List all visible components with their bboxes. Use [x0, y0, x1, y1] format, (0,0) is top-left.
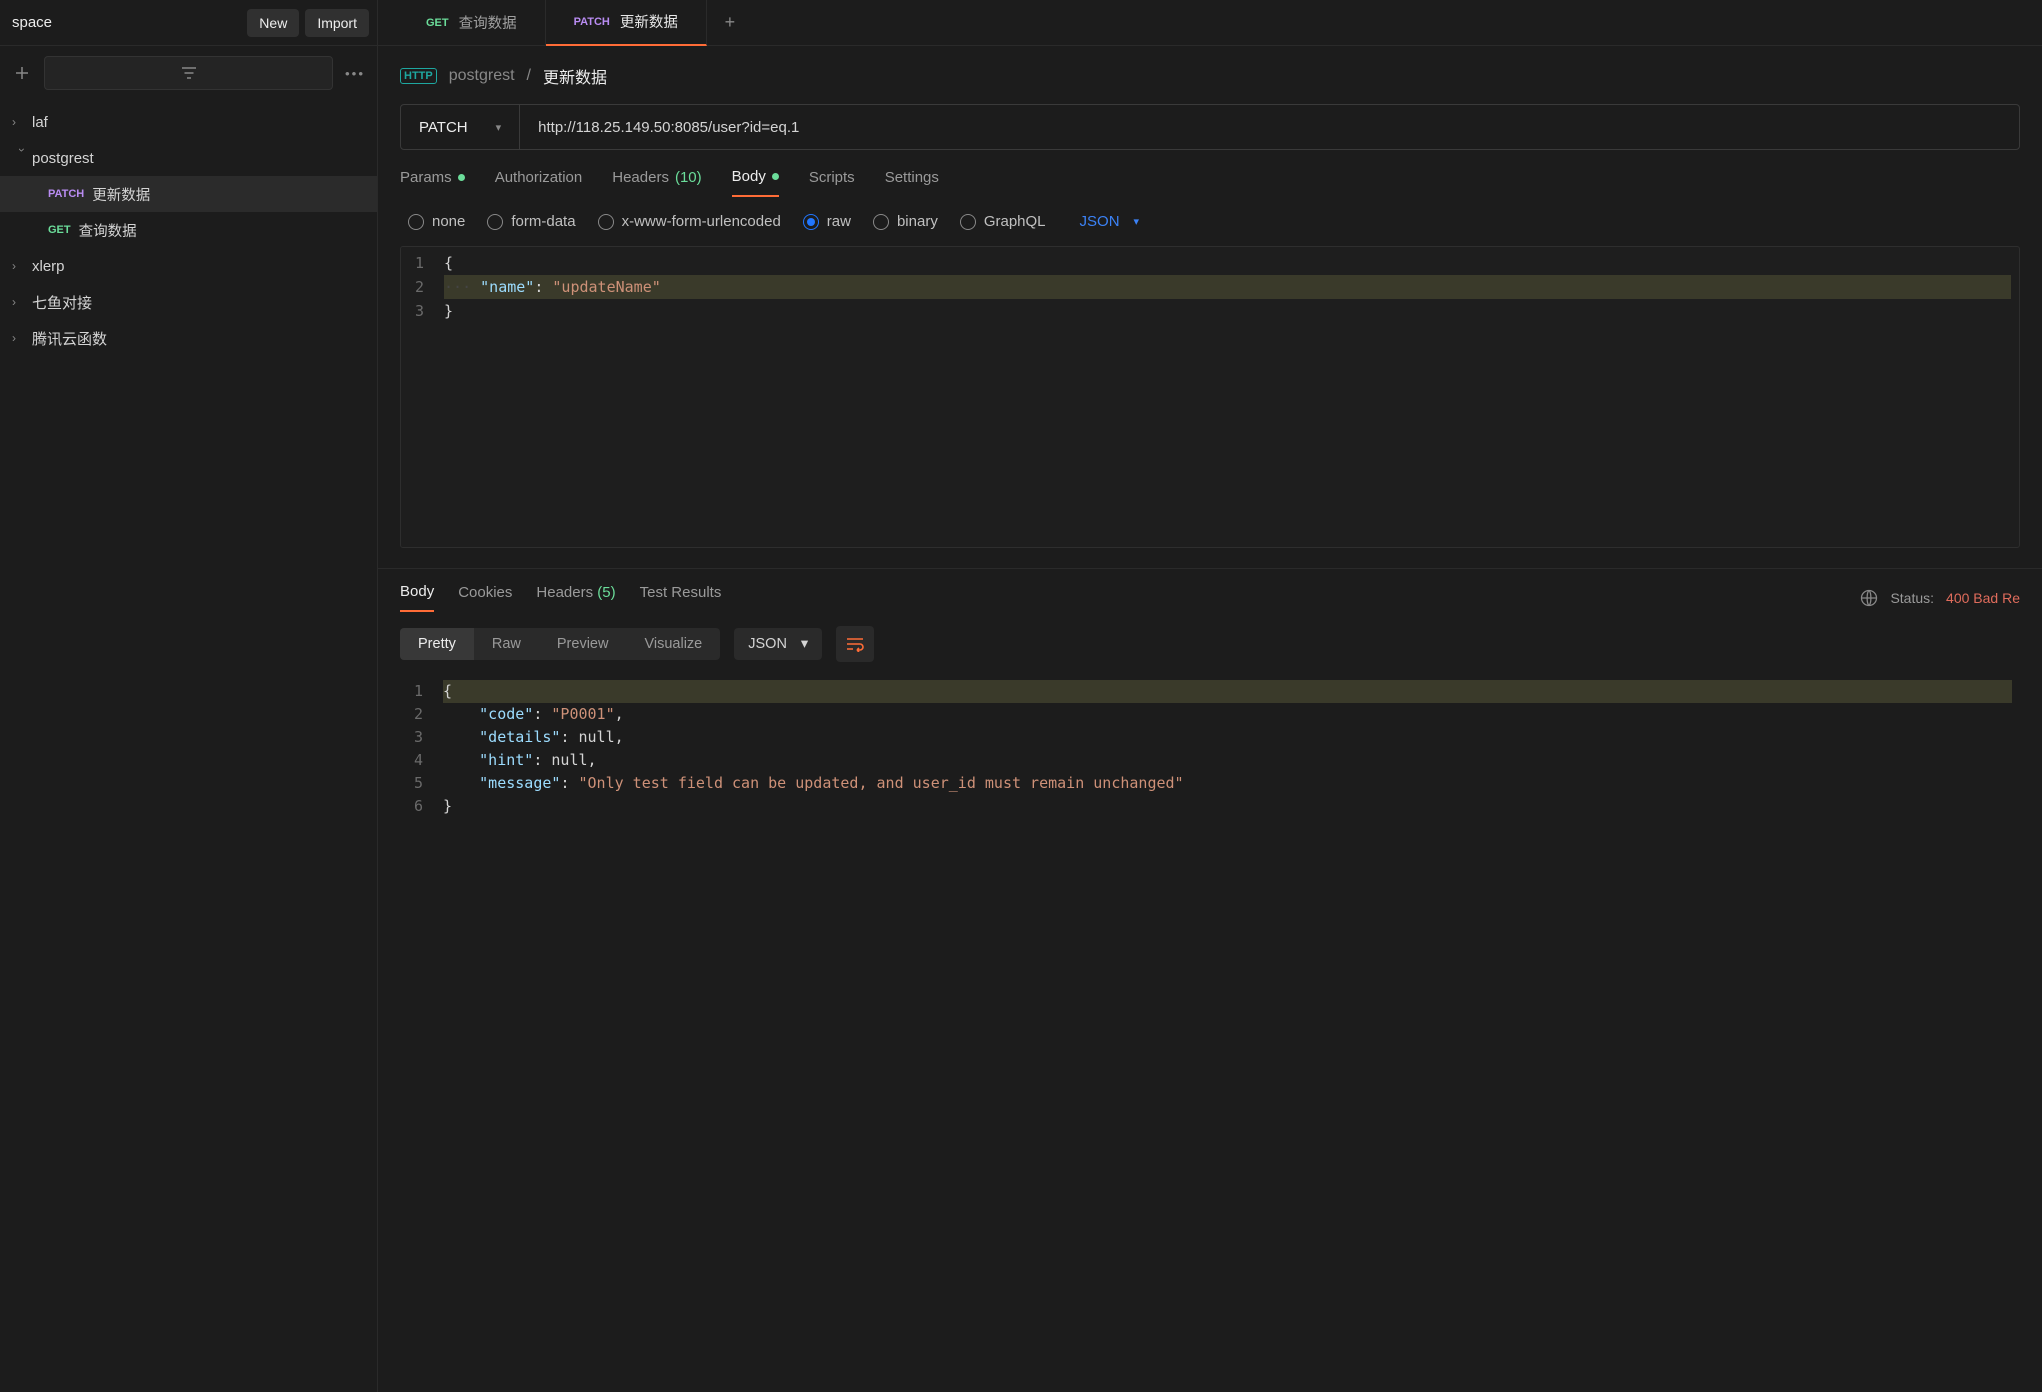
tab-params[interactable]: Params [400, 168, 465, 197]
resp-tab-test-results[interactable]: Test Results [640, 584, 722, 611]
method-selector[interactable]: PATCH ▾ [401, 105, 520, 149]
chevron-right-icon: › [12, 295, 32, 309]
collection-tree: › laf › postgrest PATCH 更新数据 GET 查询数据 › … [0, 100, 377, 1392]
main-area: GET 查询数据 PATCH 更新数据 + HTTP postgrest / 更… [378, 0, 2042, 1392]
sidebar: space New Import ••• › laf › postgrest P… [0, 0, 378, 1392]
resp-tab-cookies[interactable]: Cookies [458, 584, 512, 611]
sidebar-header: space New Import [0, 0, 377, 46]
chevron-down-icon: ▾ [1134, 215, 1140, 228]
tab-scripts[interactable]: Scripts [809, 168, 855, 197]
line-gutter: 123 [401, 247, 436, 547]
radio-binary[interactable]: binary [873, 213, 938, 230]
wrap-lines-icon[interactable] [836, 626, 874, 662]
chevron-down-icon: › [15, 148, 29, 168]
breadcrumb-parent[interactable]: postgrest [449, 67, 515, 85]
indicator-dot [458, 174, 465, 181]
body-type-row: none form-data x-www-form-urlencoded raw… [378, 197, 2042, 246]
chevron-right-icon: › [12, 115, 32, 129]
breadcrumb-current: 更新数据 [543, 64, 607, 88]
more-options-icon[interactable]: ••• [341, 59, 369, 87]
collection-postgrest[interactable]: › postgrest [0, 140, 377, 176]
collection-laf[interactable]: › laf [0, 104, 377, 140]
new-button[interactable]: New [247, 9, 299, 37]
tab-authorization[interactable]: Authorization [495, 168, 583, 197]
tab-query[interactable]: GET 查询数据 [398, 0, 546, 46]
workspace-label: space [8, 14, 241, 31]
radio-graphql[interactable]: GraphQL [960, 213, 1046, 230]
filter-icon [181, 66, 197, 80]
request-item-query[interactable]: GET 查询数据 [0, 212, 377, 248]
line-gutter: 123456 [400, 676, 435, 1392]
resp-tab-body[interactable]: Body [400, 583, 434, 612]
breadcrumb: HTTP postgrest / 更新数据 [378, 46, 2042, 104]
status-label: Status: [1890, 590, 1934, 606]
http-icon: HTTP [400, 68, 437, 84]
view-raw[interactable]: Raw [474, 628, 539, 660]
collection-xlerp[interactable]: › xlerp [0, 248, 377, 284]
indicator-dot [772, 173, 779, 180]
tab-settings[interactable]: Settings [885, 168, 939, 197]
response-tabs: Body Cookies Headers (5) Test Results St… [378, 569, 2042, 612]
response-format-selector[interactable]: JSON ▾ [734, 628, 822, 660]
tab-headers[interactable]: Headers (10) [612, 168, 701, 197]
chevron-down-icon: ▾ [801, 636, 808, 652]
request-item-update[interactable]: PATCH 更新数据 [0, 176, 377, 212]
status-value[interactable]: 400 Bad Re [1946, 590, 2020, 606]
url-input[interactable] [520, 105, 2019, 149]
radio-raw[interactable]: raw [803, 213, 851, 230]
request-body-editor[interactable]: 123 { ··· "name": "updateName" } [400, 246, 2020, 548]
filter-input[interactable] [44, 56, 333, 90]
view-visualize[interactable]: Visualize [626, 628, 720, 660]
chevron-right-icon: › [12, 331, 32, 345]
collection-qiyu[interactable]: › 七鱼对接 [0, 284, 377, 320]
tab-body[interactable]: Body [732, 168, 779, 197]
add-tab-button[interactable]: + [707, 12, 753, 33]
radio-form-data[interactable]: form-data [487, 213, 575, 230]
collection-tencent[interactable]: › 腾讯云函数 [0, 320, 377, 356]
import-button[interactable]: Import [305, 9, 369, 37]
globe-icon[interactable] [1860, 589, 1878, 607]
url-bar: PATCH ▾ [400, 104, 2020, 150]
response-panel: Body Cookies Headers (5) Test Results St… [378, 568, 2042, 1392]
chevron-down-icon: ▾ [496, 121, 502, 134]
radio-none[interactable]: none [408, 213, 465, 230]
view-preview[interactable]: Preview [539, 628, 627, 660]
body-format-selector[interactable]: JSON ▾ [1080, 213, 1140, 230]
response-body-editor[interactable]: 123456 { "code": "P0001", "details": nul… [378, 676, 2042, 1392]
resp-tab-headers[interactable]: Headers (5) [536, 584, 615, 611]
add-icon[interactable] [8, 59, 36, 87]
tab-update[interactable]: PATCH 更新数据 [546, 0, 707, 46]
view-mode-group: Pretty Raw Preview Visualize [400, 628, 720, 660]
request-tabs: Params Authorization Headers (10) Body S… [378, 150, 2042, 197]
chevron-right-icon: › [12, 259, 32, 273]
tabs-row: GET 查询数据 PATCH 更新数据 + [378, 0, 2042, 46]
response-toolbar: Pretty Raw Preview Visualize JSON ▾ [378, 612, 2042, 676]
radio-xwww[interactable]: x-www-form-urlencoded [598, 213, 781, 230]
sidebar-toolbar: ••• [0, 46, 377, 100]
view-pretty[interactable]: Pretty [400, 628, 474, 660]
